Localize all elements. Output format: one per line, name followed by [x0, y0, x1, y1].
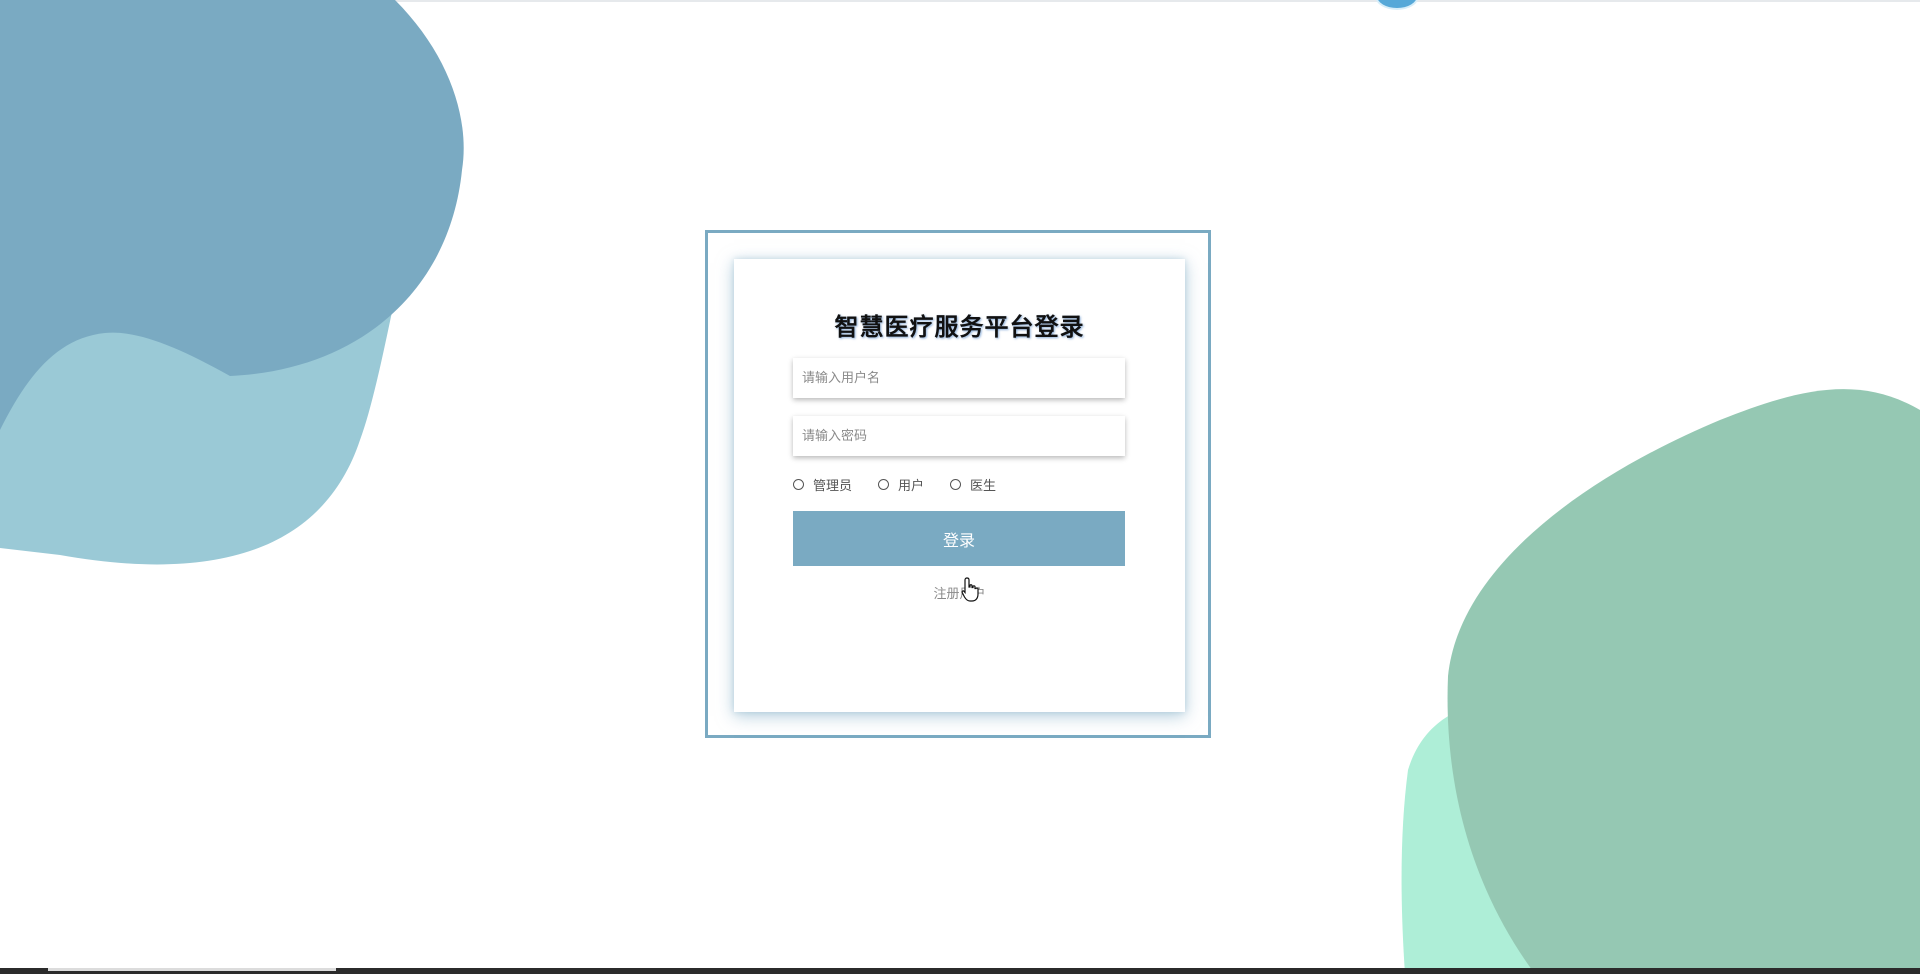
- password-input[interactable]: [793, 416, 1125, 456]
- bottom-bar-segment: [48, 968, 336, 971]
- radio-admin[interactable]: [793, 478, 804, 490]
- blob-green-dark: [1447, 389, 1920, 974]
- role-label-doctor: 医生: [970, 478, 997, 494]
- hand-pointer-icon: [961, 577, 979, 602]
- register-link[interactable]: 注册用户: [734, 583, 1185, 602]
- login-card: 智慧医疗服务平台登录 管理员 用户 医生 登录 注册用户: [734, 259, 1185, 712]
- role-label-admin: 管理员: [813, 478, 853, 494]
- login-button[interactable]: 登录: [793, 511, 1125, 566]
- bottom-bar: [0, 968, 1920, 974]
- role-option-admin[interactable]: 管理员: [793, 475, 852, 494]
- login-page: 智慧医疗服务平台登录 管理员 用户 医生 登录 注册用户: [0, 0, 1920, 974]
- radio-doctor[interactable]: [950, 478, 962, 490]
- login-title: 智慧医疗服务平台登录: [834, 313, 1085, 341]
- role-option-user[interactable]: 用户: [878, 475, 924, 494]
- role-option-doctor[interactable]: 医生: [950, 475, 996, 494]
- role-selector: 管理员 用户 医生: [793, 474, 1022, 494]
- username-input[interactable]: [793, 358, 1125, 398]
- radio-user[interactable]: [878, 478, 890, 490]
- role-label-user: 用户: [898, 478, 925, 494]
